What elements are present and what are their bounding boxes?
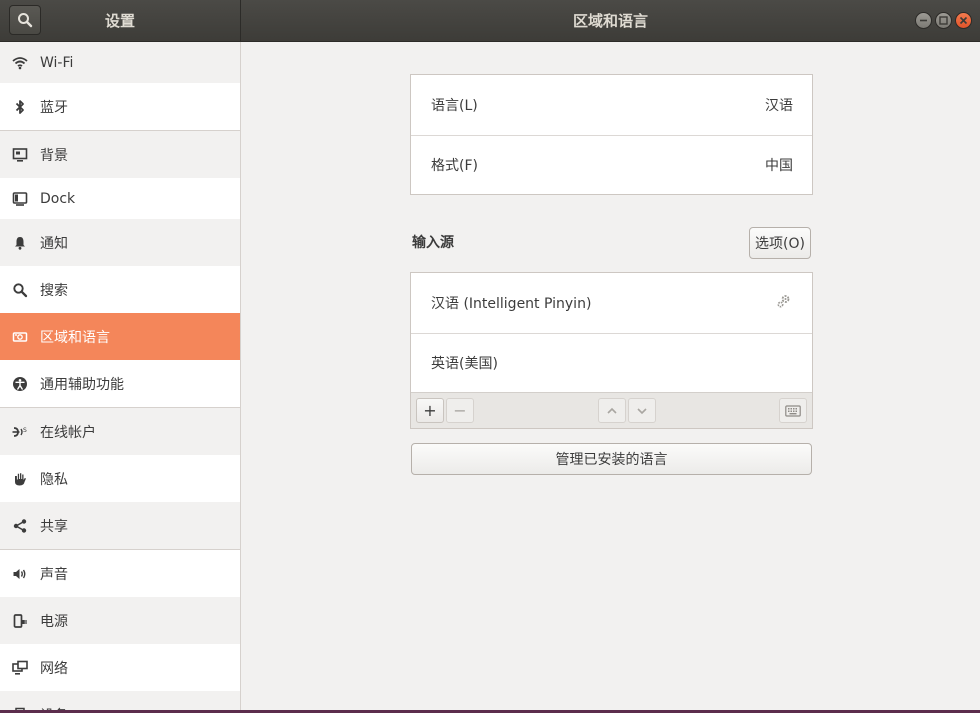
sidebar-item-power[interactable]: 电源 (0, 597, 240, 644)
sidebar-item-online-accounts[interactable]: S 在线帐户 (0, 408, 240, 455)
keyboard-layout-button[interactable] (779, 398, 807, 423)
input-source-label: 英语(美国) (431, 356, 498, 372)
chevron-up-icon (607, 407, 617, 414)
sidebar-item-label: Dock (40, 190, 76, 207)
sidebar-item-sharing[interactable]: 共享 (0, 502, 240, 549)
options-button[interactable]: 选项(O) (749, 227, 811, 259)
sidebar-item-accessibility[interactable]: 通用辅助功能 (0, 360, 240, 407)
sidebar-item-bluetooth[interactable]: 蓝牙 (0, 83, 240, 130)
dock-icon (11, 190, 29, 208)
sidebar-item-label: 搜索 (40, 282, 68, 299)
power-plug-icon (11, 612, 29, 630)
sidebar-title: 设置 (104, 12, 135, 30)
remove-input-source-button[interactable]: − (446, 398, 474, 423)
share-icon (11, 517, 29, 535)
sidebar-border (240, 42, 241, 713)
bluetooth-icon (11, 98, 29, 116)
sidebar-item-background[interactable]: 背景 (0, 131, 240, 178)
header-bar: 设置 区域和语言 (0, 0, 980, 42)
sidebar-item-network[interactable]: 网络 (0, 644, 240, 691)
input-source-row[interactable]: 汉语 (Intelligent Pinyin) (411, 273, 812, 333)
sidebar-item-label: 声音 (40, 566, 68, 583)
move-up-button[interactable] (598, 398, 626, 423)
sidebar-item-label: Wi-Fi (40, 54, 74, 71)
accessibility-icon (11, 375, 29, 393)
speaker-icon (11, 565, 29, 583)
chevron-down-icon (637, 407, 647, 414)
page-title: 区域和语言 (572, 12, 648, 30)
sidebar-item-privacy[interactable]: 隐私 (0, 455, 240, 502)
sidebar-item-sound[interactable]: 声音 (0, 550, 240, 597)
minimize-icon (920, 19, 927, 22)
input-sources-panel: 汉语 (Intelligent Pinyin) 英语(美国) + − (410, 272, 813, 429)
add-input-source-button[interactable]: + (416, 398, 444, 423)
input-sources-title: 输入源 (412, 235, 454, 251)
language-format-panel: 语言(L) 汉语 格式(F) 中国 (410, 74, 813, 195)
maximize-icon (939, 16, 948, 25)
minimize-button[interactable] (915, 12, 932, 29)
close-icon (959, 16, 968, 25)
format-label: 格式(F) (431, 158, 478, 174)
sidebar-item-region-language[interactable]: 区域和语言 (0, 313, 240, 360)
wifi-icon (11, 54, 29, 72)
language-value: 汉语 (765, 98, 793, 114)
move-down-button[interactable] (628, 398, 656, 423)
input-sources-toolbar: + − (411, 392, 812, 428)
sidebar-item-label: 蓝牙 (40, 99, 68, 116)
format-row[interactable]: 格式(F) 中国 (411, 136, 812, 194)
settings-gear-icon[interactable] (776, 293, 792, 313)
maximize-button[interactable] (935, 12, 952, 29)
background-icon (11, 146, 29, 164)
close-button[interactable] (955, 12, 972, 29)
language-label: 语言(L) (431, 98, 478, 114)
manage-installed-languages-button[interactable]: 管理已安装的语言 (411, 443, 812, 475)
settings-window: 设置 区域和语言 Wi-Fi 蓝牙 背景 Dock 通知 搜索 区域和语言 通用… (0, 0, 980, 713)
keyboard-icon (785, 404, 801, 417)
sidebar-item-notifications[interactable]: 通知 (0, 219, 240, 266)
bell-icon (11, 234, 29, 252)
sidebar-item-label: 隐私 (40, 471, 68, 488)
sidebar-item-dock[interactable]: Dock (0, 178, 240, 219)
language-row[interactable]: 语言(L) 汉语 (411, 75, 812, 135)
search-button[interactable] (9, 5, 41, 35)
network-icon (11, 659, 29, 677)
search-icon (18, 13, 33, 28)
privacy-hand-icon (11, 470, 29, 488)
online-accounts-icon: S (11, 423, 29, 441)
sidebar-item-label: 在线帐户 (40, 424, 96, 441)
sidebar-item-label: 网络 (40, 660, 68, 677)
sidebar-item-wifi[interactable]: Wi-Fi (0, 42, 240, 83)
sidebar-item-label: 通用辅助功能 (40, 376, 124, 393)
input-source-row[interactable]: 英语(美国) (411, 334, 812, 392)
region-language-icon (11, 328, 29, 346)
svg-text:S: S (23, 427, 27, 434)
sidebar-item-label: 共享 (40, 518, 68, 535)
sidebar-item-label: 通知 (40, 235, 68, 252)
sidebar-item-label: 电源 (40, 613, 68, 630)
sidebar-item-label: 背景 (40, 147, 68, 164)
window-controls (915, 12, 972, 29)
format-value: 中国 (765, 158, 793, 174)
search-icon (11, 281, 29, 299)
input-source-label: 汉语 (Intelligent Pinyin) (431, 296, 592, 312)
sidebar-item-label: 区域和语言 (40, 329, 110, 346)
sidebar: Wi-Fi 蓝牙 背景 Dock 通知 搜索 区域和语言 通用辅助功能 S 在线… (0, 42, 240, 713)
sidebar-item-search[interactable]: 搜索 (0, 266, 240, 313)
